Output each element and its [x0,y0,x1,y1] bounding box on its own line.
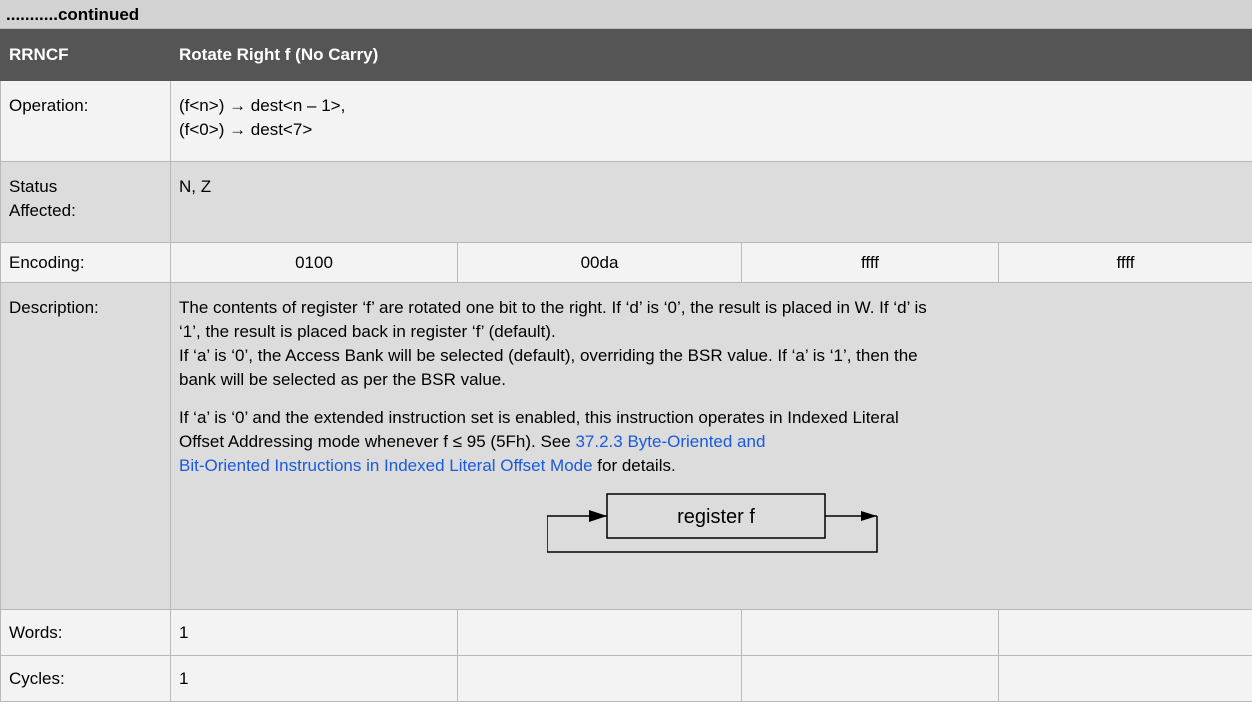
status-label-line-2: Affected: [9,199,162,223]
words-empty-3 [999,610,1252,656]
cycles-empty-2 [742,656,999,702]
desc-p1-line-2: ‘1’, the result is placed back in regist… [179,322,556,341]
section-link-part-1[interactable]: 37.2.3 Byte-Oriented and [575,432,765,451]
operation-label: Operation: [1,81,171,162]
cycles-row: Cycles: 1 [1,656,1252,702]
words-empty-1 [458,610,742,656]
header-row: RRNCF Rotate Right f (No Carry) [1,30,1252,81]
operation-row: Operation: (f<n>) → dest<n – 1>, (f<0>) … [1,81,1252,162]
instruction-title: Rotate Right f (No Carry) [171,30,1252,81]
encoding-field-1: 0100 [171,243,458,283]
encoding-field-3: ffff [742,243,999,283]
description-row: Description: The contents of register ‘f… [1,283,1252,610]
encoding-field-2: 00da [458,243,742,283]
desc-p2-line-2: Offset Addressing mode whenever f ≤ 95 (… [179,432,575,451]
arrow-in-head [589,510,607,522]
rotate-diagram: register f [179,478,1244,596]
arrow-out-head [861,511,877,521]
section-link-part-2[interactable]: Bit-Oriented Instructions in Indexed Lit… [179,456,593,475]
register-label: register f [677,506,755,528]
description-label: Description: [1,283,171,610]
words-value: 1 [171,610,458,656]
words-empty-2 [742,610,999,656]
desc-p2-tail: for details. [593,456,676,475]
rotate-right-diagram-svg: register f [547,486,887,576]
operation-value: (f<n>) → dest<n – 1>, (f<0>) → dest<7> [171,81,1252,162]
description-paragraph-1: The contents of register ‘f’ are rotated… [179,296,1244,392]
instruction-sheet: ...........continued RRNCF Rotate Right … [0,0,1252,701]
desc-p1-line-3: If ‘a’ is ‘0’, the Access Bank will be s… [179,346,918,365]
encoding-label: Encoding: [1,243,171,283]
instruction-table: RRNCF Rotate Right f (No Carry) Operatio… [0,29,1252,702]
operation-line-1: (f<n>) → dest<n – 1>, [179,94,1244,118]
words-row: Words: 1 [1,610,1252,656]
description-value: The contents of register ‘f’ are rotated… [171,283,1252,610]
cycles-empty-1 [458,656,742,702]
status-row: Status Affected: N, Z [1,162,1252,243]
continued-banner: ...........continued [0,0,1252,29]
cycles-value: 1 [171,656,458,702]
desc-p1-line-1: The contents of register ‘f’ are rotated… [179,298,927,317]
operation-line-2: (f<0>) → dest<7> [179,118,1244,142]
status-label-line-1: Status [9,175,162,199]
words-label: Words: [1,610,171,656]
cycles-empty-3 [999,656,1252,702]
mnemonic-cell: RRNCF [1,30,171,81]
status-label: Status Affected: [1,162,171,243]
status-value: N, Z [171,162,1252,243]
desc-p2-line-1: If ‘a’ is ‘0’ and the extended instructi… [179,408,899,427]
encoding-field-4: ffff [999,243,1252,283]
desc-p1-line-4: bank will be selected as per the BSR val… [179,370,506,389]
description-paragraph-2: If ‘a’ is ‘0’ and the extended instructi… [179,406,1244,478]
encoding-row: Encoding: 0100 00da ffff ffff [1,243,1252,283]
cycles-label: Cycles: [1,656,171,702]
